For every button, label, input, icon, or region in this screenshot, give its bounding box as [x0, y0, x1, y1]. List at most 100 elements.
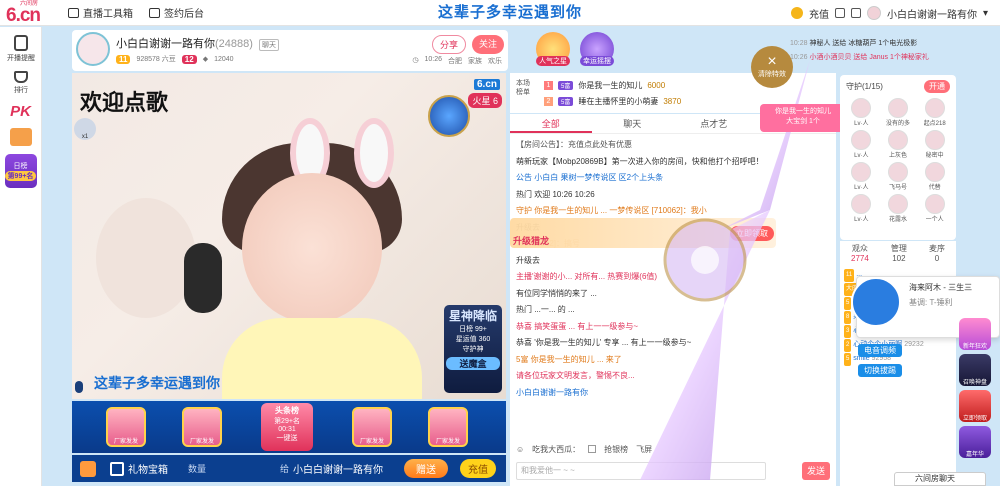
share-button[interactable]: 分享: [431, 35, 466, 54]
star-god-title: 星神降临: [448, 309, 497, 323]
hot-badge[interactable]: 火星 6: [468, 93, 502, 108]
rank-row[interactable]: 2 5富 睡在主播怀里的小萌妻 3870: [544, 95, 681, 108]
host-stats: 11 928578 六豆 12 ◆ 12040: [116, 54, 234, 64]
admin-tab[interactable]: 管理 102: [891, 244, 907, 264]
gift-notices: 10:28 神秘人 送给 冰糖葫芦 1个电光极影 10:26 小酒小酒贝贝 送给…: [790, 38, 995, 66]
mic-queue-label: 麦序: [928, 244, 945, 253]
event-strip: 新年狂欢 召唤神盘 立即领取 嘉年华: [950, 314, 1000, 486]
video-marquee: 这辈子多幸运遇到你: [94, 375, 220, 391]
notice-time: 10:28: [790, 40, 808, 47]
room-id: (24888): [215, 38, 253, 50]
audience-tab[interactable]: 观众 2774: [851, 244, 869, 264]
emoji-icon[interactable]: ☺: [516, 445, 524, 454]
send-button[interactable]: 发送: [802, 462, 830, 480]
send-magic-box-button[interactable]: 送魔盒: [446, 357, 500, 370]
lucky-swing-label: 幸运摇摆: [580, 56, 614, 66]
gift-item[interactable]: 厂家发发: [106, 407, 146, 447]
top-fan-badge[interactable]: 你是我一生的知儿 大宝剑 1个: [760, 104, 846, 132]
gift-icon[interactable]: [80, 460, 96, 477]
lucky-swing-badge[interactable]: 幸运摇摆: [580, 32, 614, 66]
claim-now-button[interactable]: 立即领取: [730, 226, 774, 241]
gift-item[interactable]: 厂家发发: [428, 407, 468, 447]
video-room-logo: 6.cn: [473, 79, 500, 90]
gift-item[interactable]: 厂家发发: [182, 407, 222, 447]
chat-input[interactable]: 和我爱他一 ~ ~: [516, 462, 766, 480]
sound-tune-button[interactable]: 电音调频: [858, 344, 902, 357]
guardian-member[interactable]: 花露水: [881, 194, 916, 223]
daily-rank-badge[interactable]: 日榜 第99+名: [4, 154, 37, 188]
microphone: [184, 243, 222, 313]
gift-item-label: 厂家发发: [359, 439, 384, 445]
guardian-member[interactable]: Lv·人: [844, 162, 879, 191]
popularity-star-badge[interactable]: 人气之星: [536, 32, 570, 66]
gift-chest[interactable]: 礼物宝箱: [110, 461, 168, 476]
guardian-name: Lv·人: [854, 153, 869, 159]
guardian-member[interactable]: 一个人: [917, 194, 952, 223]
host-avatar[interactable]: [76, 32, 110, 66]
message-icon[interactable]: [850, 8, 861, 18]
give-target[interactable]: 小白白谢谢一路有你: [293, 461, 383, 476]
guardian-avatar: [924, 162, 945, 182]
star-god-panel[interactable]: 星神降临 日榜 99+ 星运值 360 守护神 送魔盒: [444, 305, 502, 393]
mic-icon[interactable]: [75, 381, 83, 393]
rank-name: 睡在主播怀里的小萌妻: [578, 97, 659, 106]
tab-all[interactable]: 全部: [510, 114, 592, 133]
open-guardian-button[interactable]: 开通: [924, 80, 950, 93]
guardian-member[interactable]: Lv·人: [844, 130, 879, 159]
chat-line: 公告 小白白 果树一梦传说区 区2个上头条: [516, 173, 664, 182]
sidebar-item-live-reminder[interactable]: 开播提醒: [0, 35, 42, 63]
switch-button[interactable]: 切换拔踢: [858, 364, 902, 377]
event-item[interactable]: 嘉年华: [959, 426, 991, 458]
guardian-avatar: [851, 130, 872, 150]
guardian-member[interactable]: 代替: [917, 162, 952, 191]
guardian-header: 守护(1/15) 开通: [840, 75, 956, 98]
guardian-member[interactable]: 起点218: [917, 98, 952, 127]
audience-count: 2774: [851, 254, 869, 263]
quantity-input[interactable]: 数量: [188, 462, 280, 475]
sixroom-chat-button[interactable]: 六间房聊天: [894, 472, 986, 486]
tab-chat[interactable]: 聊天: [592, 114, 674, 133]
follow-button[interactable]: 关注: [471, 35, 504, 54]
give-button[interactable]: 赠送: [404, 459, 448, 478]
sidebar-pk[interactable]: PK: [0, 103, 41, 120]
recharge-button[interactable]: 充值: [460, 459, 496, 478]
guardian-member[interactable]: 上灰色: [881, 130, 916, 159]
live-video[interactable]: 欢迎点歌 x1 6.cn 火星 6 星神降临 日榜 99+ 星运值 360 守护…: [72, 73, 506, 399]
guardian-name: Lv·人: [854, 121, 869, 127]
guardian-member[interactable]: 没有的多: [881, 98, 916, 127]
user-name[interactable]: 小白白谢谢一路有你: [887, 6, 977, 21]
fans-badge[interactable]: x1: [74, 118, 96, 140]
contract-backend-link[interactable]: 签约后台: [149, 5, 204, 20]
sidebar-item-ranking[interactable]: 排行: [0, 71, 42, 95]
chevron-down-icon[interactable]: ▾: [983, 8, 988, 19]
star-medal-icon[interactable]: [428, 95, 470, 137]
edit-icon[interactable]: [834, 8, 845, 18]
guardian-name: 秘密中: [925, 153, 944, 159]
event-item[interactable]: 立即领取: [959, 390, 991, 422]
site-logo[interactable]: 六间房 6.cn: [0, 0, 52, 26]
chat-messages[interactable]: 【房间公告】：充值点此处有优惠 萌新玩家【Mobp20869B】第一次进入你的房间…: [510, 134, 836, 404]
guardian-member[interactable]: 秘密中: [917, 130, 952, 159]
event-item[interactable]: 召唤神盘: [959, 354, 991, 386]
guardian-member[interactable]: 飞马号: [881, 162, 916, 191]
user-avatar[interactable]: [866, 6, 881, 20]
one-click-send[interactable]: 一键送: [261, 433, 313, 443]
gift-item[interactable]: 厂家发发: [352, 407, 392, 447]
mic-queue-tab[interactable]: 麦序 0: [929, 244, 945, 264]
guardian-member[interactable]: Lv·人: [844, 194, 879, 223]
rank-row[interactable]: 1 5富 你是我一生的知儿 6000: [544, 79, 665, 92]
star-god-value: 星运值 360: [455, 336, 491, 343]
diamond-icon: ◆: [202, 56, 209, 63]
headline-rank-box[interactable]: 头条榜 第29+名 00:31 一键送: [261, 403, 313, 451]
silver-rank-checkbox[interactable]: [588, 445, 597, 453]
live-toolbox-link[interactable]: 直播工具箱: [68, 5, 133, 20]
admin-count: 102: [892, 254, 906, 263]
flying-screen-label[interactable]: 飞屏: [636, 444, 652, 455]
event-item[interactable]: 新年狂欢: [959, 318, 991, 350]
video-title: 欢迎点歌: [80, 90, 169, 115]
gift-box-icon[interactable]: [9, 128, 32, 146]
recharge-link[interactable]: 充值: [809, 6, 829, 21]
guardian-member[interactable]: Lv·人: [844, 98, 879, 127]
tab-talent[interactable]: 点才艺: [673, 114, 755, 133]
clear-effects-button[interactable]: × 清除特效: [751, 46, 793, 88]
